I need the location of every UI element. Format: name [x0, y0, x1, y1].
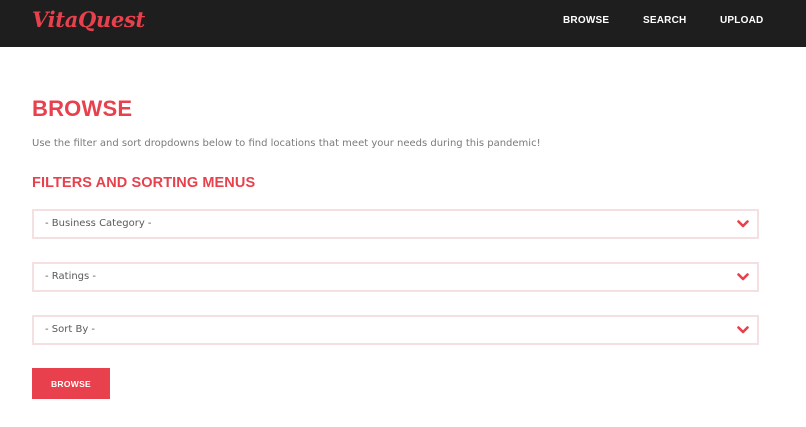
page-title: BROWSE [32, 96, 133, 121]
nav-search-link[interactable]: SEARCH [643, 15, 686, 26]
ratings-value: - Ratings - [45, 271, 97, 282]
sort-by-select[interactable]: - Sort By - [32, 315, 759, 345]
nav-browse-link[interactable]: BROWSE [563, 15, 609, 26]
browse-submit-button[interactable]: BROWSE [32, 368, 110, 399]
chevron-down-icon [737, 220, 749, 228]
intro-text: Use the filter and sort dropdowns below … [32, 138, 541, 149]
top-navbar: VitaQuest BROWSE SEARCH UPLOAD [0, 0, 806, 47]
section-title: FILTERS AND SORTING MENUS [32, 175, 256, 191]
ratings-select[interactable]: - Ratings - [32, 262, 759, 292]
chevron-down-icon [737, 326, 749, 334]
sort-by-value: - Sort By - [45, 324, 96, 335]
nav-upload-link[interactable]: UPLOAD [720, 15, 763, 26]
business-category-value: - Business Category - [45, 218, 152, 229]
site-logo[interactable]: VitaQuest [32, 7, 145, 32]
business-category-select[interactable]: - Business Category - [32, 209, 759, 239]
chevron-down-icon [737, 273, 749, 281]
